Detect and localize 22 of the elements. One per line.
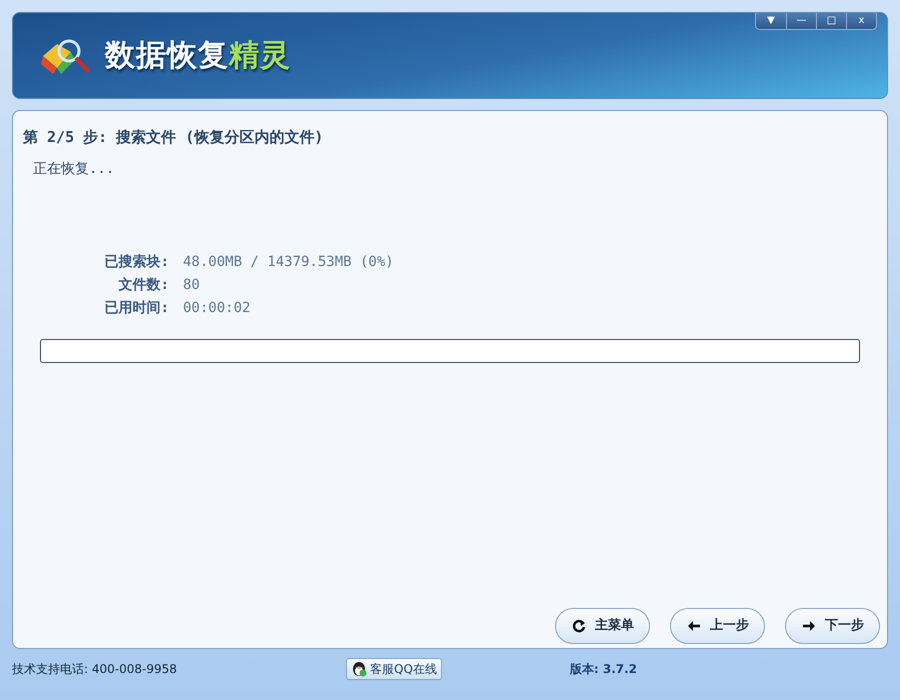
dropdown-button[interactable]: ▼ xyxy=(756,13,786,29)
stat-value: 48.00MB / 14379.53MB (0%) xyxy=(183,252,395,272)
back-button[interactable]: 上一步 xyxy=(670,608,765,644)
stat-value: 00:00:02 xyxy=(183,298,252,318)
right-arrow-icon xyxy=(801,618,817,634)
next-button[interactable]: 下一步 xyxy=(785,608,880,644)
minimize-button[interactable]: — xyxy=(786,13,816,29)
main-menu-button[interactable]: 主菜单 xyxy=(555,608,650,644)
qq-support-button[interactable]: 客服QQ在线 xyxy=(346,658,442,680)
support-phone: 技术支持电话: 400-008-9958 xyxy=(12,661,178,678)
version-label: 版本: 3.7.2 xyxy=(570,661,638,678)
refresh-icon xyxy=(571,618,587,634)
status-text: 正在恢复... xyxy=(32,160,116,178)
step-title: 第 2/5 步: 搜索文件 (恢复分区内的文件) xyxy=(22,127,324,148)
stat-label: 已搜索块: xyxy=(104,252,170,272)
stat-label: 已用时间: xyxy=(104,298,170,318)
penguin-icon xyxy=(351,661,367,677)
maximize-button[interactable]: □ xyxy=(816,13,846,29)
close-button[interactable]: x xyxy=(846,13,876,29)
stat-label: 文件数: xyxy=(118,276,170,294)
stat-value: 80 xyxy=(183,276,201,294)
app-title: 数据恢复精灵 xyxy=(105,37,291,75)
